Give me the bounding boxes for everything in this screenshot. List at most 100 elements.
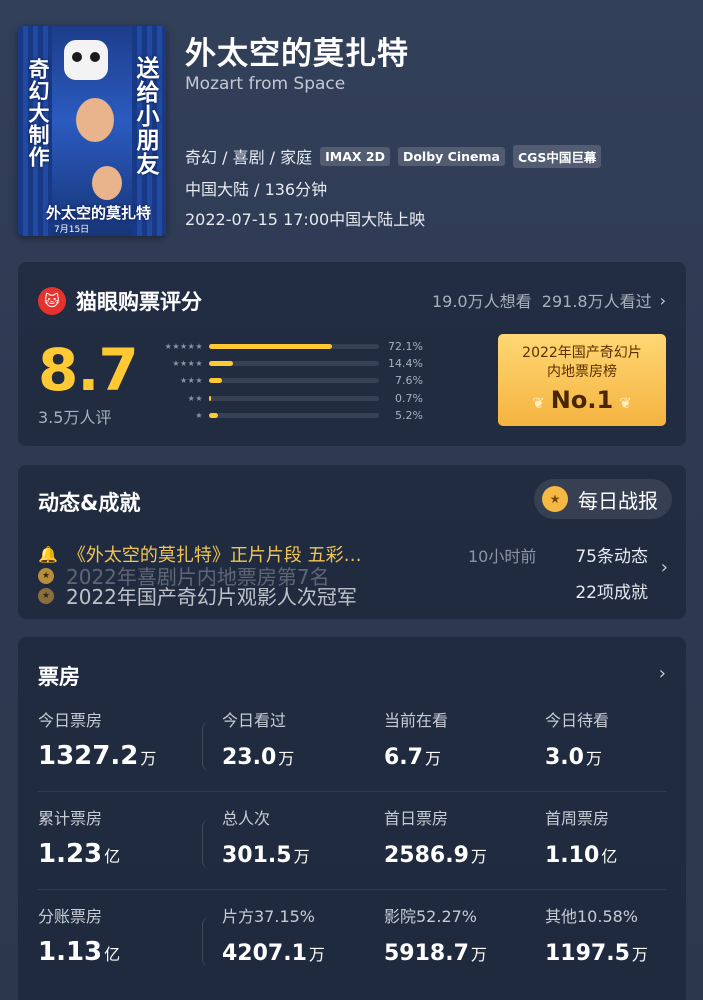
box-office-title: 票房 [38,665,80,689]
stat-label: 其他10.58% [545,907,639,926]
rating-bar-track [209,361,379,367]
poster-right-text: 送给小朋友 [132,56,158,176]
rating-count: 3.5万人评 [38,408,112,427]
format-tag-imax: IMAX 2D [320,146,390,166]
rating-header: 🐱 猫眼购票评分 [38,286,202,316]
stat-cell: 首周票房 1.10 亿 [545,805,617,868]
rank-title: 2022年国产奇幻片内地票房榜 [522,345,642,380]
poster-date: 7月15日 [54,225,90,235]
format-tag-dolby: Dolby Cinema [397,146,505,166]
chevron-right-icon: › [659,290,666,310]
daily-report-button[interactable]: ★ 每日战报 [534,479,672,519]
box-office-row-split: 分账票房 1.13 亿 片方37.15% 4207.1 万 影院52.27% 591… [18,903,686,989]
stat-cell: 分账票房 1.13 亿 [38,903,120,967]
stat-cell: 当前在看 6.7 万 [384,707,448,770]
star-icon-group: ★★ [187,393,203,403]
rating-distribution: ★★★★★ 72.1% ★★★★ 14.4% ★★★ 7.6% ★★ 0.7% ★ 5.2% [143,338,423,424]
stat-value: 1.23 亿 [38,839,121,869]
achievement-item: ★ 2022年国产奇幻片观影人次冠军 [38,581,357,610]
rating-distribution-row: ★★ 0.7% [143,390,423,407]
chevron-right-icon[interactable]: › [659,663,666,684]
stat-value: 1197.5 万 [545,941,648,966]
rating-percent: 72.1% [388,340,423,354]
rating-distribution-row: ★★★★★ 72.1% [143,338,423,355]
rating-bar-fill [209,378,222,384]
medal-icon: ★ [38,587,54,604]
stat-cell: 总人次 301.5 万 [222,805,310,868]
stat-cell: 片方37.15% 4207.1 万 [222,903,325,966]
stat-cell: 今日待看 3.0 万 [545,707,609,770]
stat-label: 首日票房 [384,809,449,828]
poster-actor-figure [76,98,114,142]
stat-cell: 累计票房 1.23 亿 [38,805,120,869]
star-icon-group: ★★★★★ [164,342,203,352]
news-title: 动态&成就 [38,491,141,515]
rating-card: 🐱 猫眼购票评分 19.0万人想看 291.8万人看过 › 8.7 3.5万人评… [18,262,686,446]
movie-title: 外太空的莫扎特 [185,36,409,72]
stat-value: 3.0 万 [545,745,602,770]
stat-label: 当前在看 [384,711,449,730]
group-brace [202,721,210,771]
stat-value: 1.13 亿 [38,937,121,967]
stat-label: 总人次 [222,809,271,828]
stat-value: 2586.9 万 [384,843,487,868]
stat-cell: 今日票房 1327.2 万 [38,707,156,771]
rating-score: 8.7 [38,336,139,404]
poster-child-figure [92,166,122,200]
stat-label: 片方37.15% [222,907,316,926]
genre-row: 奇幻 / 喜剧 / 家庭 IMAX 2D Dolby Cinema CGS中国巨… [185,144,602,168]
rank-number: No.1 [498,386,666,414]
rating-bar-track [209,412,379,418]
rating-distribution-row: ★★★ 7.6% [143,372,423,389]
star-icon-group: ★★★ [179,376,203,386]
stat-label: 累计票房 [38,809,103,828]
stat-value: 4207.1 万 [222,941,325,966]
star-icon-group: ★ [195,410,203,420]
release-info: 2022-07-15 17:00中国大陆上映 [185,210,426,229]
star-icon-group: ★★★★ [172,359,203,369]
maoyan-cat-icon: 🐱 [38,287,66,315]
genre-text: 奇幻 / 喜剧 / 家庭 [185,148,313,167]
dynamics-count: 75条动态 [575,547,648,567]
box-office-rank-badge[interactable]: 2022年国产奇幻片内地票房榜 No.1 [498,334,666,426]
stat-cell: 其他10.58% 1197.5 万 [545,903,648,966]
achievement-count: 22项成就 [575,583,648,603]
news-card[interactable]: 动态&成就 ★ 每日战报 🔔 《外太空的莫扎特》正片片段 五彩… 10小时前 ★… [18,465,686,619]
format-tag-cgs: CGS中国巨幕 [512,144,602,168]
stat-label: 首周票房 [545,809,610,828]
daily-report-label: 每日战报 [578,488,658,513]
stat-value: 1327.2 万 [38,741,157,771]
rating-bar-fill [209,344,332,350]
stat-value: 301.5 万 [222,843,310,868]
rating-distribution-row: ★ 5.2% [143,407,423,424]
stat-value: 5918.7 万 [384,941,487,966]
rating-percent: 5.2% [395,408,423,422]
stat-label: 今日票房 [38,711,103,730]
news-counts: 75条动态 22项成就 [575,539,648,611]
box-office-card[interactable]: 票房 › 今日票房 1327.2 万 今日看过 23.0 万 当前在看 6.7 万 今… [18,637,686,1000]
poster-left-text: 奇幻大制作 [26,58,50,168]
region-duration: 中国大陆 / 136分钟 [185,180,328,199]
poster-title: 外太空的莫扎特 [46,204,152,222]
rating-bar-track [209,344,379,350]
movie-english-title: Mozart from Space [185,74,346,94]
rating-percent: 0.7% [395,391,423,405]
stat-cell: 影院52.27% 5918.7 万 [384,903,487,966]
news-time: 10小时前 [468,547,537,566]
medal-icon: ★ [542,486,568,512]
stat-label: 分账票房 [38,907,103,926]
poster-robot-figure [64,40,108,80]
rating-title: 猫眼购票评分 [76,290,202,314]
rating-percent: 7.6% [395,374,423,388]
rating-bar-fill [209,361,234,367]
rating-bar-fill [209,395,212,401]
stat-label: 今日看过 [222,711,287,730]
stat-value: 6.7 万 [384,745,441,770]
movie-poster[interactable]: 奇幻大制作 送给小朋友 外太空的莫扎特 7月15日 [18,26,166,236]
group-brace [202,917,210,967]
want-watched-stats[interactable]: 19.0万人想看 291.8万人看过 › [432,288,666,312]
stat-value: 1.10 亿 [545,843,618,868]
rating-bar-fill [209,412,218,418]
rating-bar-track [209,378,379,384]
box-office-row-total: 累计票房 1.23 亿 总人次 301.5 万 首日票房 2586.9 万 首周票房 … [18,805,686,891]
